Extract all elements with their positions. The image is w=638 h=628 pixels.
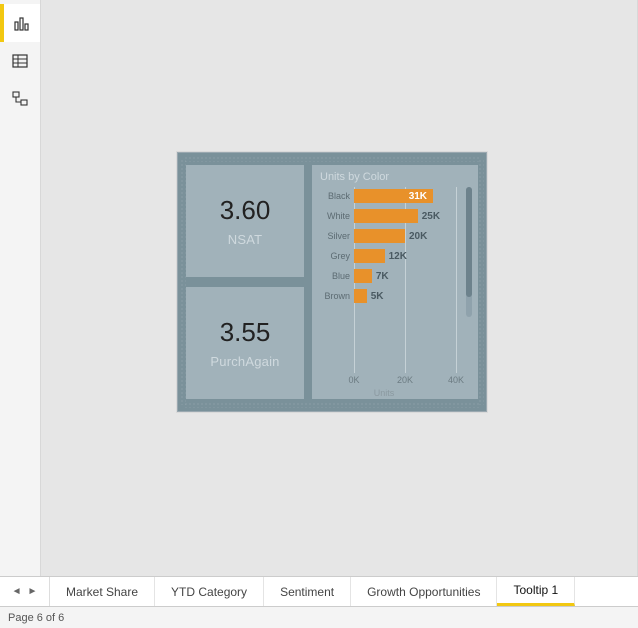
chart-row: Black31K <box>320 187 456 205</box>
chart-category-label: Black <box>320 191 354 201</box>
chart-bar-area: 7K <box>354 267 456 285</box>
chart-bar <box>354 249 385 263</box>
chart-scrollbar-thumb[interactable] <box>466 187 472 297</box>
chart-category-label: Blue <box>320 271 354 281</box>
tab-next-button[interactable]: ► <box>28 586 38 597</box>
main-row: 3.60 NSAT 3.55 PurchAgain Units by Color… <box>0 0 638 576</box>
ruler-right <box>478 159 484 405</box>
kpi-value: 3.60 <box>220 195 271 226</box>
chart-row: Brown 5K <box>320 287 456 305</box>
chart-bar <box>354 289 367 303</box>
page-tab[interactable]: Tooltip 1 <box>497 577 575 606</box>
chart-bar-area: 20K <box>354 227 456 245</box>
chart-data-label: 7K <box>376 267 389 285</box>
chart-row: Blue 7K <box>320 267 456 285</box>
chart-row: Grey 12K <box>320 247 456 265</box>
chart-x-tick: 20K <box>397 375 413 385</box>
model-view-button[interactable] <box>0 80 40 118</box>
chart-bar-area: 12K <box>354 247 456 265</box>
tooltip-page-card[interactable]: 3.60 NSAT 3.55 PurchAgain Units by Color… <box>177 152 487 412</box>
report-canvas[interactable]: 3.60 NSAT 3.55 PurchAgain Units by Color… <box>41 0 638 576</box>
model-icon <box>11 90 29 108</box>
bar-chart-visual[interactable]: Units by Color Black31KWhite25KSilver20K… <box>312 165 478 399</box>
tabs-holder: Market ShareYTD CategorySentimentGrowth … <box>50 577 638 606</box>
chart-data-label: 25K <box>422 207 440 225</box>
ruler-bottom <box>184 402 480 408</box>
page-indicator: Page 6 of 6 <box>8 612 64 624</box>
chart-x-label: Units <box>312 388 456 398</box>
chart-bar-area: 31K <box>354 187 456 205</box>
bar-chart-icon <box>13 14 31 32</box>
chart-category-label: Silver <box>320 231 354 241</box>
chart-category-label: White <box>320 211 354 221</box>
chart-gridline <box>456 187 457 373</box>
kpi-label: NSAT <box>228 232 263 247</box>
data-view-button[interactable] <box>0 42 40 80</box>
chart-x-tick: 40K <box>448 375 464 385</box>
chart-x-tick: 0K <box>348 375 359 385</box>
chart-data-label: 5K <box>371 287 384 305</box>
kpi-card-nsat[interactable]: 3.60 NSAT <box>186 165 304 277</box>
chart-title: Units by Color <box>320 171 468 183</box>
kpi-value: 3.55 <box>220 317 271 348</box>
chart-bar <box>354 269 372 283</box>
chart-row: White 25K <box>320 207 456 225</box>
kpi-label: PurchAgain <box>210 354 279 369</box>
chart-category-label: Grey <box>320 251 354 261</box>
kpi-column: 3.60 NSAT 3.55 PurchAgain <box>186 165 304 399</box>
chart-bar <box>354 229 405 243</box>
table-icon <box>11 52 29 70</box>
page-tab[interactable]: Growth Opportunities <box>351 577 497 606</box>
page-tab[interactable]: Market Share <box>50 577 155 606</box>
chart-bar-area: 5K <box>354 287 456 305</box>
chart-bar-area: 25K <box>354 207 456 225</box>
status-bar: Page 6 of 6 <box>0 606 638 628</box>
page-tab[interactable]: YTD Category <box>155 577 264 606</box>
chart-data-label: 12K <box>389 247 407 265</box>
chart-category-label: Brown <box>320 291 354 301</box>
chart-bar <box>354 209 418 223</box>
page-tab-bar: ◄ ► Market ShareYTD CategorySentimentGro… <box>0 576 638 606</box>
chart-row: Silver 20K <box>320 227 456 245</box>
kpi-card-purchagain[interactable]: 3.55 PurchAgain <box>186 287 304 399</box>
report-view-button[interactable] <box>0 4 40 42</box>
view-switch-sidebar <box>0 0 41 576</box>
chart-data-label: 31K <box>354 187 433 205</box>
chart-plot-area: Black31KWhite25KSilver20KGrey12KBlue7KBr… <box>320 187 456 373</box>
app-root: 3.60 NSAT 3.55 PurchAgain Units by Color… <box>0 0 638 628</box>
ruler-top <box>184 156 480 162</box>
chart-data-label: 20K <box>409 227 427 245</box>
page-tab[interactable]: Sentiment <box>264 577 351 606</box>
chart-x-axis: 0K20K40K <box>354 375 456 387</box>
visuals-container: 3.60 NSAT 3.55 PurchAgain Units by Color… <box>186 165 478 399</box>
tab-nav-buttons: ◄ ► <box>0 577 50 606</box>
tab-prev-button[interactable]: ◄ <box>12 586 22 597</box>
